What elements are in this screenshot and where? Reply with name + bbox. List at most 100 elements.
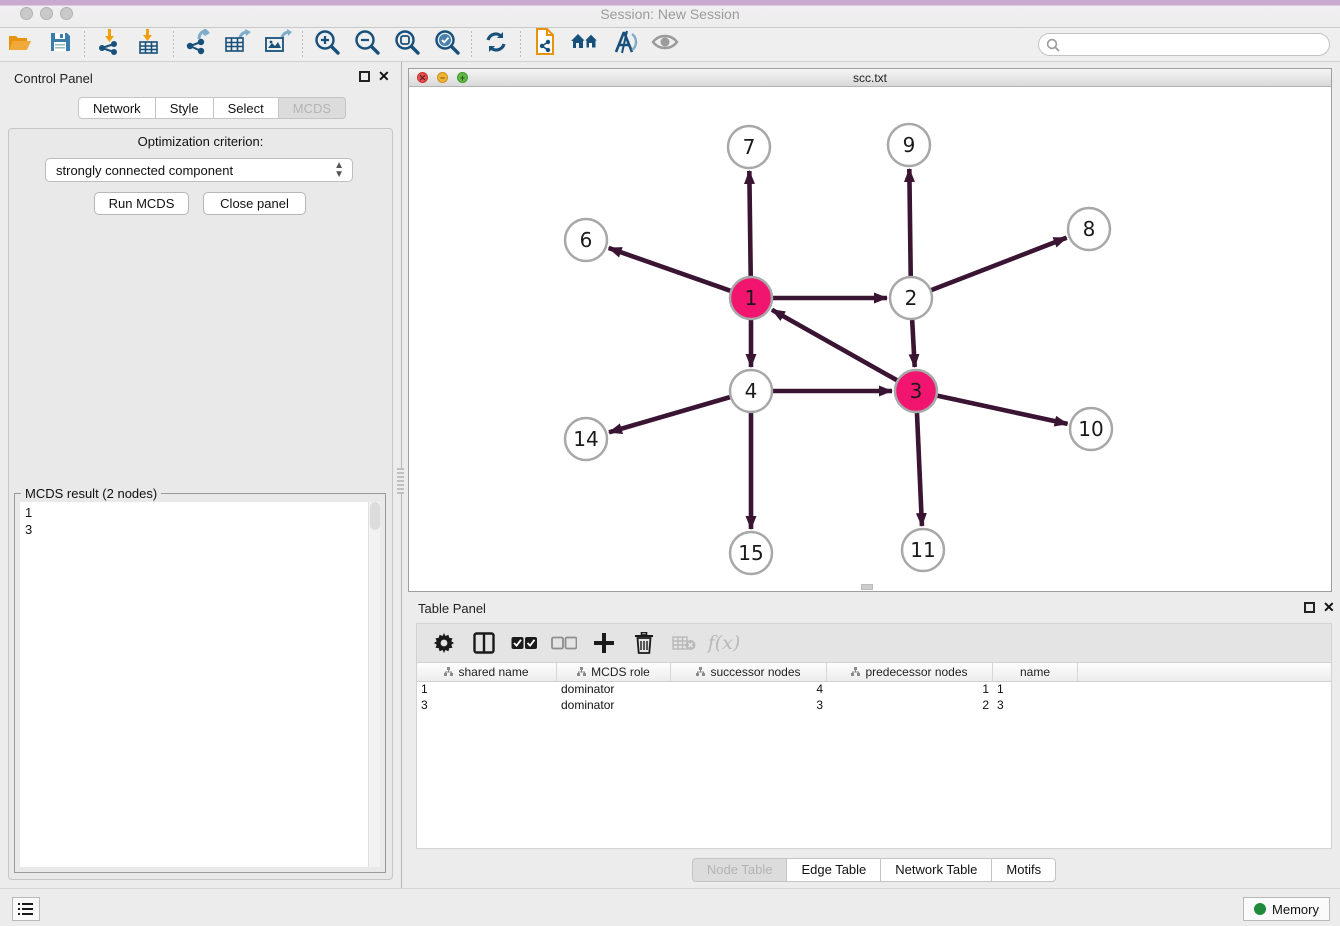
column-header-predecessor-nodes[interactable]: predecessor nodes bbox=[827, 663, 993, 681]
scrollbar-thumb[interactable] bbox=[370, 502, 380, 530]
zoom-selected-icon bbox=[434, 29, 460, 60]
column-header-successor-nodes[interactable]: successor nodes bbox=[671, 663, 827, 681]
open-session-button[interactable] bbox=[0, 30, 40, 60]
horizontal-divider-grip[interactable] bbox=[861, 584, 873, 590]
optimization-criterion-select[interactable]: strongly connected component ▲▼ bbox=[45, 158, 353, 182]
memory-button[interactable]: Memory bbox=[1243, 897, 1330, 921]
tab-select[interactable]: Select bbox=[214, 97, 279, 119]
table-cell[interactable]: 2 bbox=[827, 698, 993, 714]
export-image-button[interactable] bbox=[258, 30, 298, 60]
table-cell[interactable]: 3 bbox=[417, 698, 557, 714]
mcds-result-text[interactable]: 1 3 bbox=[20, 502, 368, 867]
apply-layout-button[interactable] bbox=[476, 30, 516, 60]
edge-4-14[interactable] bbox=[609, 397, 731, 432]
column-header-name[interactable]: name bbox=[993, 663, 1078, 681]
select-all-columns-icon[interactable] bbox=[511, 630, 537, 656]
graph-node-2[interactable]: 2 bbox=[890, 277, 932, 319]
tab-style[interactable]: Style bbox=[156, 97, 214, 119]
graph-node-3[interactable]: 3 bbox=[895, 370, 937, 412]
export-table-button[interactable] bbox=[218, 30, 258, 60]
optimization-criterion-label: Optimization criterion: bbox=[0, 134, 401, 149]
close-panel-icon[interactable]: ✕ bbox=[378, 68, 390, 85]
table-cell[interactable]: 1 bbox=[993, 682, 1078, 698]
column-header-MCDS-role[interactable]: MCDS role bbox=[557, 663, 671, 681]
import-network-button[interactable] bbox=[89, 30, 129, 60]
network-window-titlebar[interactable]: ✕ − + scc.txt bbox=[409, 69, 1331, 87]
network-graph-canvas[interactable]: 7 9 6 8 1 2 4 3 14 10 15 11 bbox=[409, 87, 1331, 591]
tab-network-table[interactable]: Network Table bbox=[881, 858, 992, 882]
table-cell[interactable]: 4 bbox=[671, 682, 827, 698]
import-table-button[interactable] bbox=[129, 30, 169, 60]
tab-edge-table[interactable]: Edge Table bbox=[787, 858, 881, 882]
settings-gear-icon[interactable] bbox=[431, 630, 457, 656]
graph-node-4[interactable]: 4 bbox=[730, 370, 772, 412]
table-cell[interactable]: 1 bbox=[827, 682, 993, 698]
panel-divider-grip[interactable] bbox=[397, 468, 404, 494]
table-cell[interactable]: 1 bbox=[417, 682, 557, 698]
tree-icon bbox=[577, 665, 586, 679]
close-panel-button[interactable]: Close panel bbox=[203, 192, 306, 215]
table-cell[interactable]: 3 bbox=[671, 698, 827, 714]
network-window-title: scc.txt bbox=[409, 71, 1331, 85]
tab-mcds[interactable]: MCDS bbox=[279, 97, 346, 119]
edge-2-9[interactable] bbox=[909, 169, 910, 277]
graph-node-11[interactable]: 11 bbox=[902, 529, 944, 571]
graph-node-1[interactable]: 1 bbox=[730, 277, 772, 319]
graph-node-7[interactable]: 7 bbox=[728, 126, 770, 168]
edge-1-6[interactable] bbox=[609, 248, 732, 291]
edge-2-8[interactable] bbox=[931, 238, 1067, 291]
edge-3-11[interactable] bbox=[917, 412, 922, 526]
import-network-icon bbox=[97, 29, 121, 60]
memory-status-icon bbox=[1254, 903, 1266, 915]
unselect-all-columns-icon[interactable] bbox=[551, 630, 577, 656]
edge-2-3[interactable] bbox=[912, 319, 915, 367]
column-header-shared-name[interactable]: shared name bbox=[417, 663, 557, 681]
new-network-from-selection-button[interactable] bbox=[525, 30, 565, 60]
tab-node-table[interactable]: Node Table bbox=[692, 858, 788, 882]
home-networks-button[interactable] bbox=[565, 30, 605, 60]
table-row[interactable]: 3dominator323 bbox=[417, 698, 1331, 714]
float-panel-icon[interactable] bbox=[1304, 602, 1315, 613]
run-mcds-button[interactable]: Run MCDS bbox=[94, 192, 189, 215]
table-cell[interactable]: dominator bbox=[557, 698, 671, 714]
float-panel-icon[interactable] bbox=[359, 71, 370, 82]
column-label: predecessor nodes bbox=[865, 665, 967, 679]
tab-motifs[interactable]: Motifs bbox=[992, 858, 1056, 882]
show-graphics-details-button[interactable] bbox=[645, 30, 685, 60]
edge-3-1[interactable] bbox=[772, 310, 898, 381]
split-view-icon[interactable] bbox=[471, 630, 497, 656]
table-cell[interactable]: 3 bbox=[993, 698, 1078, 714]
zoom-fit-button[interactable] bbox=[387, 30, 427, 60]
function-builder-icon[interactable]: f(x) bbox=[711, 630, 737, 656]
graph-node-14[interactable]: 14 bbox=[565, 418, 607, 460]
svg-text:11: 11 bbox=[910, 538, 935, 562]
delete-column-trash-icon[interactable] bbox=[631, 630, 657, 656]
add-column-icon[interactable] bbox=[591, 630, 617, 656]
zoom-selected-button[interactable] bbox=[427, 30, 467, 60]
close-panel-icon[interactable]: ✕ bbox=[1323, 599, 1335, 616]
edge-1-7[interactable] bbox=[749, 171, 750, 277]
table-panel-title: Table Panel bbox=[418, 601, 486, 616]
table-cell[interactable]: dominator bbox=[557, 682, 671, 698]
export-network-button[interactable] bbox=[178, 30, 218, 60]
edge-3-10[interactable] bbox=[937, 395, 1068, 423]
graph-node-6[interactable]: 6 bbox=[565, 219, 607, 261]
task-history-button[interactable] bbox=[12, 897, 40, 921]
hide-labels-button[interactable] bbox=[605, 30, 645, 60]
tab-network[interactable]: Network bbox=[78, 97, 156, 119]
search-field[interactable] bbox=[1038, 33, 1330, 56]
svg-text:9: 9 bbox=[903, 133, 916, 157]
delete-table-icon[interactable] bbox=[671, 630, 697, 656]
graph-node-8[interactable]: 8 bbox=[1068, 208, 1110, 250]
zoom-out-button[interactable] bbox=[347, 30, 387, 60]
zoom-in-button[interactable] bbox=[307, 30, 347, 60]
graph-node-15[interactable]: 15 bbox=[730, 532, 772, 574]
graph-node-10[interactable]: 10 bbox=[1070, 408, 1112, 450]
graph-node-9[interactable]: 9 bbox=[888, 124, 930, 166]
list-icon bbox=[18, 902, 34, 916]
table-row[interactable]: 1dominator411 bbox=[417, 682, 1331, 698]
save-session-button[interactable] bbox=[40, 30, 80, 60]
selected-criterion: strongly connected component bbox=[46, 163, 334, 178]
mcds-result-scrollbar[interactable] bbox=[368, 502, 380, 867]
search-input[interactable] bbox=[1060, 35, 1329, 54]
